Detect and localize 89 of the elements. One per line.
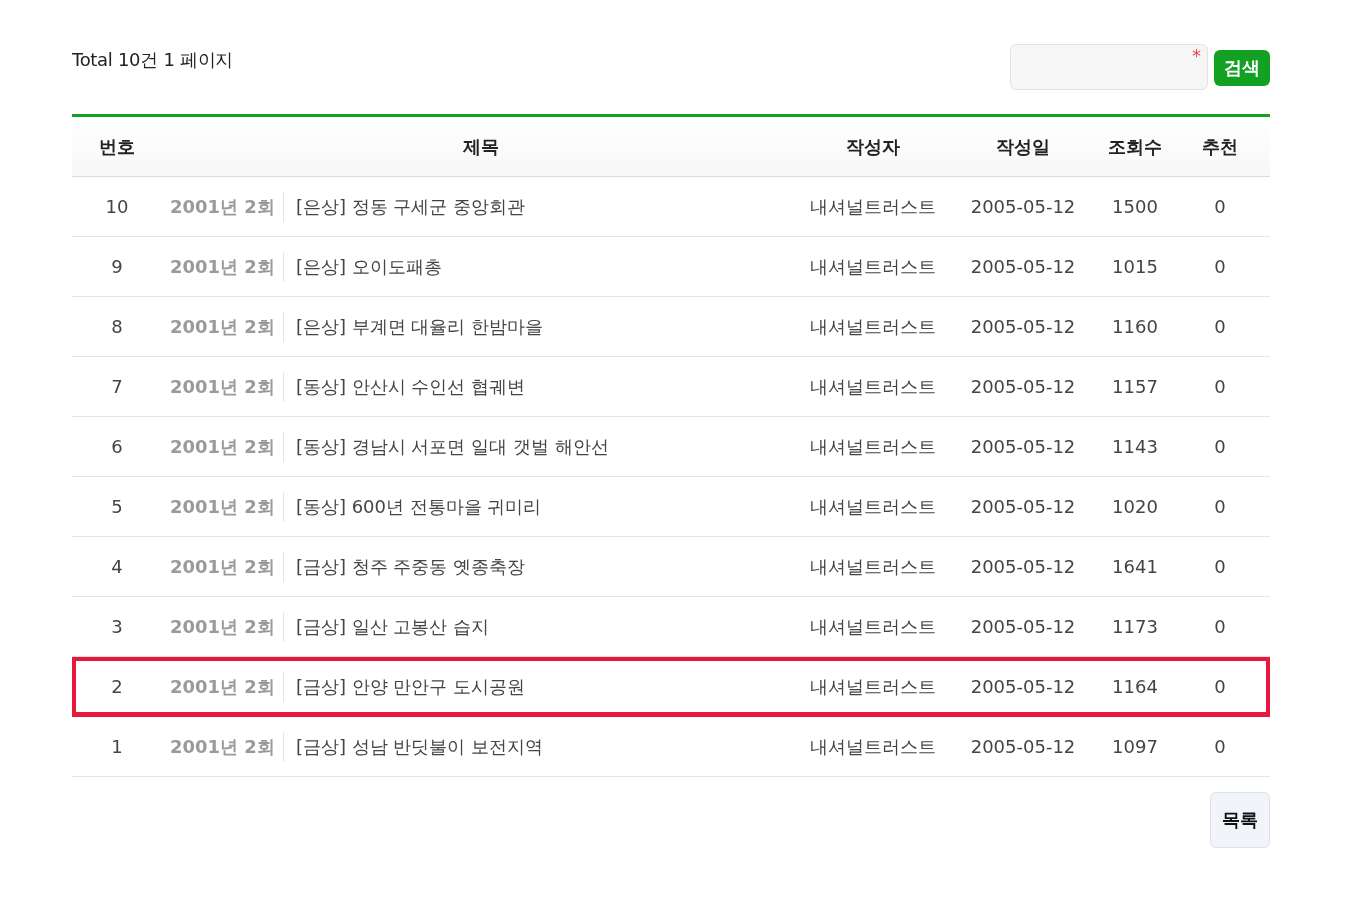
date-cell: 2005-05-12 <box>970 496 1076 517</box>
views-cell: 1164 <box>1112 676 1158 697</box>
views-cell: 1097 <box>1112 736 1158 757</box>
post-title-link[interactable]: [동상] 600년 전통마을 귀미리 <box>283 494 542 519</box>
recommend-cell: 0 <box>1214 376 1226 397</box>
row-number: 1 <box>111 736 123 757</box>
views-cell: 1160 <box>1112 316 1158 337</box>
category-label: 2001년 2회 <box>170 371 284 402</box>
category-label: 2001년 2회 <box>170 611 284 642</box>
row-number: 7 <box>111 376 123 397</box>
category-label: 2001년 2회 <box>170 191 284 222</box>
author-cell: 내셔널트러스트 <box>810 254 936 279</box>
recommend-cell: 0 <box>1214 496 1226 517</box>
post-title-link[interactable]: [은상] 정동 구세군 중앙회관 <box>283 194 526 219</box>
author-cell: 내셔널트러스트 <box>810 734 936 759</box>
required-mark: * <box>1192 47 1201 65</box>
row-number: 4 <box>111 556 123 577</box>
views-cell: 1157 <box>1112 376 1158 397</box>
column-header: 제목 <box>463 134 499 159</box>
table-row[interactable]: 10 2001년 2회 [은상] 정동 구세군 중앙회관 내셔널트러스트 2005-05-12 1500 0 <box>72 177 1270 237</box>
author-cell: 내셔널트러스트 <box>810 554 936 579</box>
column-header: 번호 <box>99 134 135 159</box>
recommend-cell: 0 <box>1214 436 1226 457</box>
recommend-cell: 0 <box>1214 196 1226 217</box>
date-cell: 2005-05-12 <box>970 616 1076 637</box>
recommend-cell: 0 <box>1214 676 1226 697</box>
post-title-link[interactable]: [금상] 일산 고봉산 습지 <box>283 614 490 639</box>
row-number: 9 <box>111 256 123 277</box>
table-row[interactable]: 1 2001년 2회 [금상] 성남 반딧불이 보전지역 내셔널트러스트 2005-05-12 1097 0 <box>72 717 1270 777</box>
table-row[interactable]: 3 2001년 2회 [금상] 일산 고봉산 습지 내셔널트러스트 2005-05-12 1173 0 <box>72 597 1270 657</box>
author-cell: 내셔널트러스트 <box>810 674 936 699</box>
row-number: 10 <box>105 196 129 217</box>
post-title-link[interactable]: [동상] 안산시 수인선 협궤변 <box>283 374 526 399</box>
column-header: 추천 <box>1202 134 1238 159</box>
author-cell: 내셔널트러스트 <box>810 314 936 339</box>
row-number: 6 <box>111 436 123 457</box>
date-cell: 2005-05-12 <box>970 196 1076 217</box>
recommend-cell: 0 <box>1214 256 1226 277</box>
views-cell: 1173 <box>1112 616 1158 637</box>
post-title-link[interactable]: [은상] 부계면 대율리 한밤마을 <box>283 314 544 339</box>
table-row[interactable]: 7 2001년 2회 [동상] 안산시 수인선 협궤변 내셔널트러스트 2005-05-12 1157 0 <box>72 357 1270 417</box>
views-cell: 1143 <box>1112 436 1158 457</box>
date-cell: 2005-05-12 <box>970 436 1076 457</box>
table-row[interactable]: 8 2001년 2회 [은상] 부계면 대율리 한밤마을 내셔널트러스트 2005-05-12 1160 0 <box>72 297 1270 357</box>
column-header: 조회수 <box>1108 134 1162 159</box>
author-cell: 내셔널트러스트 <box>810 434 936 459</box>
post-title-link[interactable]: [금상] 성남 반딧불이 보전지역 <box>283 734 544 759</box>
table-row[interactable]: 4 2001년 2회 [금상] 청주 주중동 옛종축장 내셔널트러스트 2005-05-12 1641 0 <box>72 537 1270 597</box>
category-label: 2001년 2회 <box>170 671 284 702</box>
views-cell: 1500 <box>1112 196 1158 217</box>
category-label: 2001년 2회 <box>170 551 284 582</box>
list-button[interactable]: 목록 <box>1210 792 1270 848</box>
recommend-cell: 0 <box>1214 616 1226 637</box>
table-row[interactable]: 2 2001년 2회 [금상] 안양 만안구 도시공원 내셔널트러스트 2005-05-12 1164 0 <box>72 657 1270 717</box>
category-label: 2001년 2회 <box>170 251 284 282</box>
row-number: 5 <box>111 496 123 517</box>
table-row[interactable]: 5 2001년 2회 [동상] 600년 전통마을 귀미리 내셔널트러스트 2005-05-12 1020 0 <box>72 477 1270 537</box>
views-cell: 1020 <box>1112 496 1158 517</box>
category-label: 2001년 2회 <box>170 431 284 462</box>
date-cell: 2005-05-12 <box>970 556 1076 577</box>
recommend-cell: 0 <box>1214 736 1226 757</box>
date-cell: 2005-05-12 <box>970 736 1076 757</box>
date-cell: 2005-05-12 <box>970 256 1076 277</box>
table-row[interactable]: 6 2001년 2회 [동상] 경남시 서포면 일대 갯벌 해안선 내셔널트러스트 2005-05-12 1143 0 <box>72 417 1270 477</box>
post-title-link[interactable]: [동상] 경남시 서포면 일대 갯벌 해안선 <box>283 434 609 459</box>
author-cell: 내셔널트러스트 <box>810 374 936 399</box>
recommend-cell: 0 <box>1214 316 1226 337</box>
views-cell: 1015 <box>1112 256 1158 277</box>
row-number: 2 <box>111 676 123 697</box>
date-cell: 2005-05-12 <box>970 376 1076 397</box>
category-label: 2001년 2회 <box>170 491 284 522</box>
row-number: 3 <box>111 616 123 637</box>
date-cell: 2005-05-12 <box>970 676 1076 697</box>
author-cell: 내셔널트러스트 <box>810 614 936 639</box>
column-header: 작성일 <box>996 134 1050 159</box>
category-label: 2001년 2회 <box>170 311 284 342</box>
column-header: 작성자 <box>846 134 900 159</box>
post-title-link[interactable]: [금상] 안양 만안구 도시공원 <box>283 674 526 699</box>
result-count: Total 10건 1 페이지 <box>72 48 234 72</box>
author-cell: 내셔널트러스트 <box>810 494 936 519</box>
row-number: 8 <box>111 316 123 337</box>
date-cell: 2005-05-12 <box>970 316 1076 337</box>
category-label: 2001년 2회 <box>170 731 284 762</box>
views-cell: 1641 <box>1112 556 1158 577</box>
post-title-link[interactable]: [은상] 오이도패총 <box>283 254 442 279</box>
author-cell: 내셔널트러스트 <box>810 194 936 219</box>
table-row[interactable]: 9 2001년 2회 [은상] 오이도패총 내셔널트러스트 2005-05-12 1015 0 <box>72 237 1270 297</box>
post-title-link[interactable]: [금상] 청주 주중동 옛종축장 <box>283 554 526 579</box>
recommend-cell: 0 <box>1214 556 1226 577</box>
